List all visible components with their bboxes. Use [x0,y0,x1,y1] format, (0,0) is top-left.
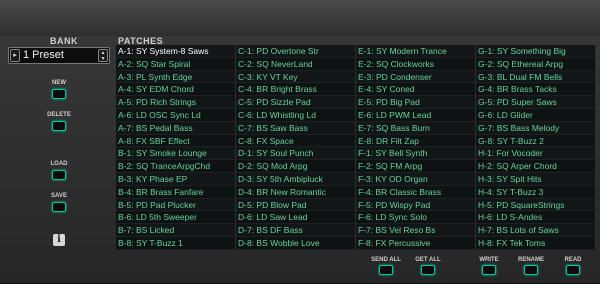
patch-item[interactable]: G-7: BS Bass Melody [476,121,596,135]
patch-item[interactable]: G-3: BL Dual FM Bells [476,70,596,84]
patch-item[interactable]: F-6: LD Sync Solo [356,211,476,225]
patch-item[interactable]: E-2: SQ Clockworks [356,57,476,71]
patch-item[interactable]: G-4: BR Brass Tacks [476,83,596,97]
patch-item[interactable]: D-6: LD Saw Lead [236,211,356,225]
patch-item[interactable]: A-6: LD OSC Sync Ld [116,108,236,122]
patch-item[interactable]: H-4: SY T-Buzz 3 [476,185,596,199]
patch-item[interactable]: D-3: SY 5th Ambipluck [236,172,356,186]
read-button[interactable] [566,265,580,275]
patch-item[interactable]: A-3: PL Synth Edge [116,70,236,84]
patch-item[interactable]: G-1: SY Something Big [476,45,596,58]
patch-item[interactable]: C-4: BR Bright Brass [236,83,356,97]
bank-stepper[interactable]: ▲ ▼ [98,49,108,62]
patch-item[interactable]: D-2: SQ Mod Arpg [236,160,356,173]
patch-item[interactable]: F-2: SQ FM Arpg [356,160,476,173]
patch-item[interactable]: B-4: BR Brass Fanfare [116,185,236,199]
bank-selected-value: 1 Preset [23,49,64,61]
patch-item[interactable]: H-5: PD SquareStrings [476,198,596,212]
patch-item[interactable]: B-2: SQ TranceArpgChd [116,160,236,173]
delete-button[interactable] [52,121,66,131]
patch-item[interactable]: C-6: LD Whistling Ld [236,108,356,122]
patch-item[interactable]: A-2: SQ Star Spiral [116,57,236,71]
load-button[interactable] [52,170,66,180]
patch-item[interactable]: D-4: BR New Romantic [236,185,356,199]
read-button-label: READ [564,257,582,263]
patch-item[interactable]: H-2: SQ Arper Chord [476,160,596,173]
get-all-button-label: GET ALL [415,257,441,263]
patch-item[interactable]: D-5: PD Blow Pad [236,198,356,212]
patch-item[interactable]: E-3: PD Condenser [356,70,476,84]
patch-item[interactable]: D-8: BS Wobble Love [236,236,356,250]
patch-item[interactable]: C-1: PD Overtone Str [236,45,356,58]
write-button-label: WRITE [479,257,499,263]
patch-grid: A-1: SY System-8 Saws A-2: SQ Star Spiral… [116,45,596,250]
chevron-down-icon[interactable]: ▼ [99,56,107,62]
patch-item[interactable]: C-8: FX Space [236,134,356,148]
patch-item[interactable]: B-8: SY T-Buzz 1 [116,236,236,250]
patch-item[interactable]: G-6: LD Glider [476,108,596,122]
patch-item[interactable]: F-5: PD Wispy Pad [356,198,476,212]
patch-item[interactable]: B-3: KY Phase EP [116,172,236,186]
patch-item[interactable]: C-5: PD Sizzle Pad [236,96,356,109]
info-icon[interactable]: i [53,234,65,246]
patch-item[interactable]: E-8: DR Filt Zap [356,134,476,148]
patch-item[interactable]: F-1: SY Bell Synth [356,147,476,161]
patch-item[interactable]: A-5: PD Rich Strings [116,96,236,109]
patch-item[interactable]: F-7: BS Vel Reso Bs [356,224,476,237]
patch-item[interactable]: D-7: BS DF Bass [236,224,356,237]
patch-item[interactable]: E-5: PD Big Pad [356,96,476,109]
patch-item[interactable]: G-5: PD Super Saws [476,96,596,109]
patch-item[interactable]: H-1: For Vocoder [476,147,596,161]
patch-item[interactable]: F-3: KY OD Organ [356,172,476,186]
patch-item[interactable]: F-8: FX Percussive [356,236,476,250]
delete-button-label: DELETE [47,112,71,118]
patch-item[interactable]: B-1: SY Smoke Lounge [116,147,236,161]
send-all-button[interactable] [379,265,393,275]
patch-item[interactable]: H-3: SY Spit Hits [476,172,596,186]
patch-item[interactable]: F-4: BR Classic Brass [356,185,476,199]
patch-item[interactable]: G-8: SY T-Buzz 2 [476,134,596,148]
patch-item[interactable]: C-2: SQ NeverLand [236,57,356,71]
expand-arrow-icon[interactable]: ▸ [10,49,20,62]
patch-item[interactable]: E-4: SY Coned [356,83,476,97]
new-button[interactable] [52,89,66,99]
patch-item[interactable]: E-6: LD PWM Lead [356,108,476,122]
top-bar [0,0,600,36]
patch-item[interactable]: A-4: SY EDM Chord [116,83,236,97]
patch-item[interactable]: B-5: PD Pad Plucker [116,198,236,212]
editor-panel: BANK PATCHES ▸ 1 Preset ▲ ▼ NEW DELETE L… [0,0,600,284]
save-button[interactable] [52,202,66,212]
patch-item[interactable]: A-1: SY System-8 Saws [116,45,236,58]
patch-item[interactable]: E-7: SQ Bass Burn [356,121,476,135]
patch-item[interactable]: H-7: BS Lots of Saws [476,224,596,237]
patch-item[interactable]: B-6: LD 5th Sweeper [116,211,236,225]
write-button[interactable] [482,265,496,275]
load-button-label: LOAD [50,161,68,167]
bank-heading: BANK [50,36,78,46]
send-all-button-label: SEND ALL [371,257,401,263]
patch-item[interactable]: H-8: FX Tek Toms [476,236,596,250]
patch-item[interactable]: C-7: BS Saw Bass [236,121,356,135]
new-button-label: NEW [52,80,66,86]
patch-item[interactable]: D-1: SY Soul Punch [236,147,356,161]
rename-button-label: RENAME [517,257,544,263]
patch-item[interactable]: G-2: SQ Ethereal Arpg [476,57,596,71]
patch-item[interactable]: B-7: BS Licked [116,224,236,237]
bank-dropdown[interactable]: ▸ 1 Preset ▲ ▼ [8,47,110,64]
patch-item[interactable]: E-1: SY Modern Trance [356,45,476,58]
patch-item[interactable]: A-7: BS Pedal Bass [116,121,236,135]
get-all-button[interactable] [421,265,435,275]
patch-item[interactable]: C-3: KY VT Key [236,70,356,84]
save-button-label: SAVE [51,193,67,199]
patch-item[interactable]: H-6: LD S-Andes [476,211,596,225]
patch-item[interactable]: A-8: FX SBF Effect [116,134,236,148]
rename-button[interactable] [524,265,538,275]
